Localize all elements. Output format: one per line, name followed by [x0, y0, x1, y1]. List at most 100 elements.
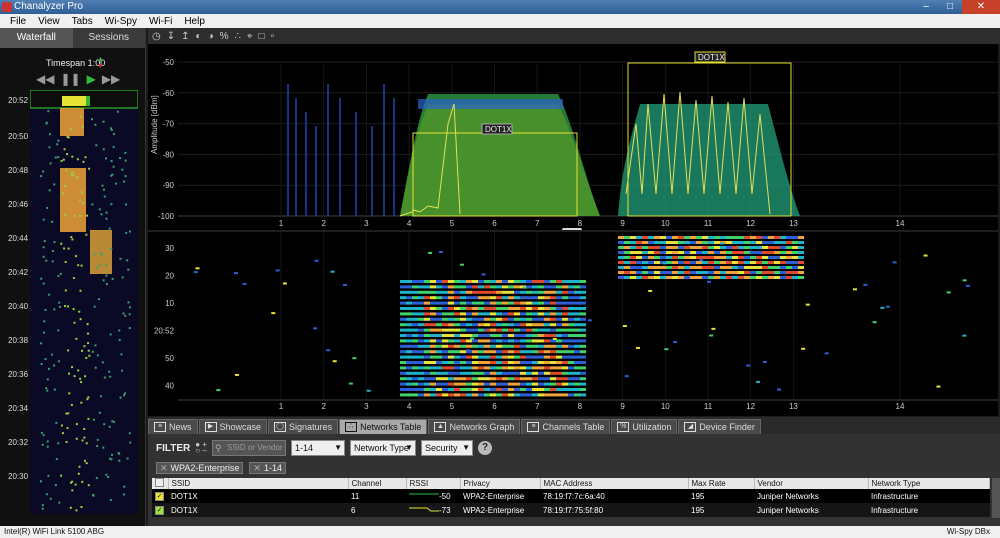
- waterfall-cell: [786, 271, 792, 274]
- tab-networks-graph[interactable]: ▲ Networks Graph: [428, 419, 521, 434]
- waterfall-cell: [490, 328, 496, 332]
- tab-networks-table[interactable]: ∴ Networks Table: [339, 419, 428, 434]
- waterfall-cell: [756, 246, 762, 249]
- column-toggle-icon[interactable]: [155, 478, 164, 487]
- waterfall-cell: [696, 246, 702, 249]
- menu-tabs[interactable]: Tabs: [66, 16, 99, 27]
- waterfall-cell: [460, 328, 466, 332]
- waterfall-chart[interactable]: 30 20 10 20:52 50 40 1 2 3 4 5 6 7 8 9 10 11 12 13 14: [148, 232, 998, 416]
- waterfall-cell: [792, 246, 798, 249]
- close-button[interactable]: ✕: [962, 0, 1000, 14]
- column-header[interactable]: Channel: [348, 478, 407, 489]
- waterfall-dot: [128, 313, 131, 316]
- waterfall-cell: [756, 276, 762, 279]
- waterfall-dot: [76, 176, 79, 179]
- waterfall-cell: [580, 290, 586, 294]
- table-row[interactable]: ✓ DOT1X 6 -73 WPA2-Enterprise 78:19:f7:7…: [152, 503, 990, 517]
- waterfall-cell: [774, 256, 780, 259]
- select-all-column[interactable]: [152, 478, 169, 489]
- tab-sessions[interactable]: Sessions: [72, 28, 145, 48]
- waterfall-dot: [79, 214, 82, 217]
- menu-file[interactable]: File: [4, 16, 32, 27]
- column-header[interactable]: Max Rate: [688, 478, 755, 489]
- search-input[interactable]: ⚲ SSID or Vendor: [212, 440, 286, 456]
- percent-icon[interactable]: %: [220, 31, 229, 42]
- broadcast-icon[interactable]: ⌖: [247, 31, 253, 42]
- waterfall-cell: [412, 307, 418, 310]
- note-icon[interactable]: ▫: [271, 31, 275, 42]
- filter-chip[interactable]: ✕ WPA2-Enterprise: [156, 462, 244, 474]
- column-header[interactable]: Vendor: [754, 478, 869, 489]
- column-header[interactable]: MAC Address: [540, 478, 689, 489]
- pause-icon[interactable]: ❚❚: [60, 72, 80, 86]
- waterfall-cell: [580, 285, 586, 289]
- down-arrow-icon[interactable]: ▼: [97, 63, 104, 70]
- waterfall-dot: [57, 442, 60, 445]
- waterfall-dot: [41, 504, 44, 507]
- tab-utilization[interactable]: % Utilization: [611, 419, 678, 434]
- timespan-stepper[interactable]: ▲ ▼: [97, 56, 104, 70]
- waterfall-cell: [672, 266, 678, 269]
- waterfall-dot: [128, 432, 131, 435]
- tab-waterfall[interactable]: Waterfall: [0, 28, 73, 48]
- tab-signatures[interactable]: ◯ Signatures: [268, 419, 339, 434]
- rssi-sparkline: [409, 493, 439, 495]
- filter-mode-radio[interactable]: ● + ○ –: [195, 441, 207, 455]
- row-checkbox[interactable]: ✓: [155, 492, 164, 501]
- waterfall-dot: [195, 267, 200, 270]
- waterfall-cell: [460, 350, 466, 354]
- maximize-button[interactable]: □: [938, 0, 962, 14]
- tab-news[interactable]: ≡ News: [148, 419, 198, 434]
- help-button[interactable]: ?: [478, 441, 492, 455]
- security-select[interactable]: Security ▼: [421, 440, 473, 456]
- waterfall-cell: [654, 276, 660, 279]
- column-header[interactable]: RSSI: [406, 478, 461, 489]
- tab-channels-table[interactable]: ≡ Channels Table: [521, 419, 611, 434]
- left-waterfall[interactable]: [30, 90, 138, 514]
- up-arrow-icon[interactable]: ▲: [97, 56, 104, 63]
- menu-wi-spy[interactable]: Wi-Spy: [99, 16, 143, 27]
- table-row[interactable]: ✓ DOT1X 11 -50 WPA2-Enterprise 78:19:f7:…: [152, 489, 990, 503]
- left-waterfall-graphic: [30, 90, 138, 512]
- waterfall-cell: [412, 301, 418, 305]
- filter-chip[interactable]: ✕ 1-14: [249, 462, 286, 474]
- waterfall-cell: [786, 251, 792, 254]
- rewind-icon[interactable]: ◀◀: [36, 72, 54, 86]
- waterfall-cell: [400, 377, 406, 381]
- minimize-button[interactable]: –: [914, 0, 938, 14]
- menu-view[interactable]: View: [32, 16, 66, 27]
- waterfall-cell: [750, 276, 756, 279]
- table-scrollbar[interactable]: [992, 478, 1000, 518]
- gauge-alt-icon[interactable]: ◑: [208, 31, 214, 42]
- marker-up-icon[interactable]: ↥: [181, 31, 189, 42]
- waterfall-dot: [111, 277, 114, 280]
- column-header[interactable]: Network Type: [868, 478, 990, 489]
- menu-help[interactable]: Help: [178, 16, 211, 27]
- channel-select[interactable]: 1-14 ▼: [291, 440, 345, 456]
- spectrum-chart[interactable]: Amplitude [dBm] -50 -60 -70 -80 -90 -100 1 2 3 4 5…: [148, 44, 998, 232]
- waterfall-cell: [406, 371, 412, 375]
- marker-down-icon[interactable]: ↧: [167, 31, 175, 42]
- waterfall-dot: [42, 434, 45, 437]
- play-icon[interactable]: ▶: [87, 72, 96, 86]
- waterfall-cell: [532, 296, 538, 300]
- select-box-icon[interactable]: □: [259, 31, 265, 42]
- waterfall-cell: [466, 393, 472, 397]
- row-checkbox[interactable]: ✓: [155, 506, 164, 515]
- network-type-select[interactable]: Network Type ▼: [350, 440, 416, 456]
- waterfall-dot: [124, 314, 127, 317]
- gauge-icon[interactable]: ◐: [196, 31, 202, 42]
- waterfall-cell: [768, 241, 774, 244]
- tab-showcase[interactable]: ▶ Showcase: [198, 419, 268, 434]
- wifi-icon[interactable]: ∴: [235, 31, 241, 42]
- close-icon[interactable]: ✕: [160, 463, 168, 473]
- clock-icon[interactable]: ◷: [152, 31, 161, 42]
- waterfall-cell: [762, 241, 768, 244]
- fast-forward-icon[interactable]: ▶▶: [102, 72, 120, 86]
- column-header[interactable]: Privacy: [460, 478, 541, 489]
- close-icon[interactable]: ✕: [253, 463, 261, 473]
- column-header[interactable]: SSID: [168, 478, 349, 489]
- waterfall-dot: [711, 327, 716, 330]
- tab-device-finder[interactable]: ◢ Device Finder: [678, 419, 761, 434]
- menu-wi-fi[interactable]: Wi-Fi: [143, 16, 178, 27]
